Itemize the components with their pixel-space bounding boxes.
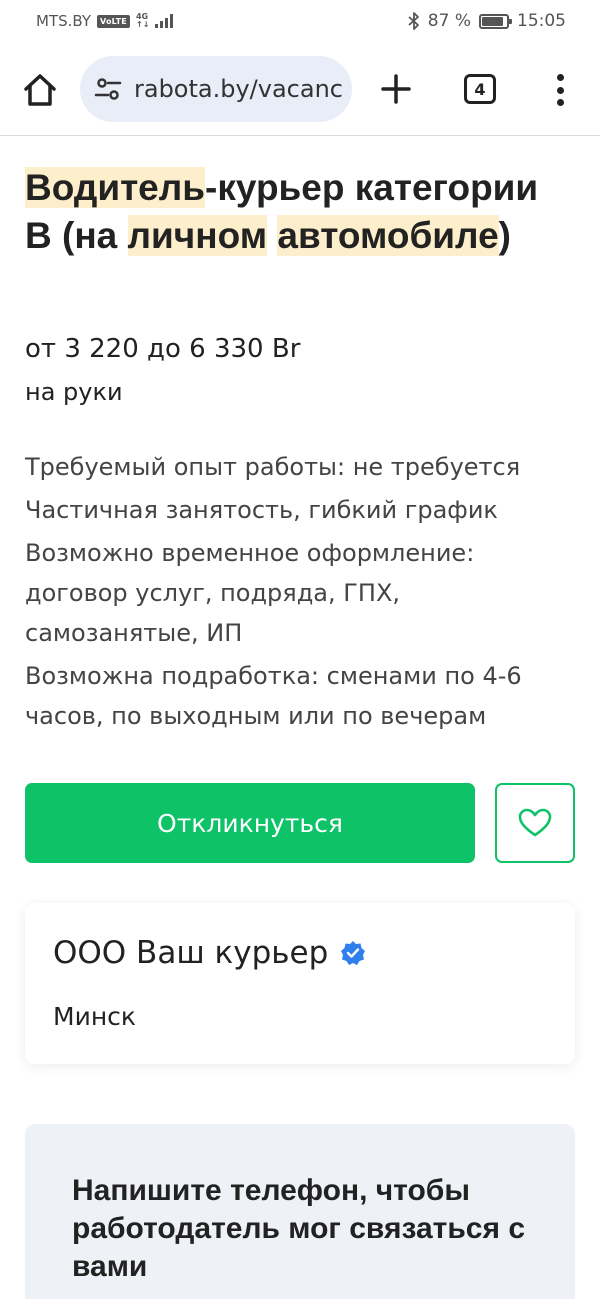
network-arrows: ↑↓ — [135, 20, 150, 29]
company-name[interactable]: ООО Ваш курьер — [53, 935, 328, 971]
new-tab-button[interactable] — [378, 71, 414, 107]
site-settings-icon[interactable] — [94, 75, 122, 103]
company-name-row[interactable]: ООО Ваш курьер — [53, 935, 366, 971]
tab-switcher-button[interactable]: 4 — [464, 74, 496, 104]
experience-info: Требуемый опыт работы: не требуется — [25, 453, 521, 481]
status-right: 87 % 15:05 — [408, 11, 566, 31]
battery-percent: 87 % — [427, 11, 471, 31]
plus-icon — [381, 74, 411, 104]
more-menu-button[interactable] — [548, 72, 572, 108]
title-text: ) — [498, 215, 511, 256]
phone-prompt-card: Напишите телефон, чтобы работодатель мог… — [25, 1124, 575, 1299]
favorite-button[interactable] — [495, 783, 575, 863]
phone-prompt-title: Напишите телефон, чтобы работодатель мог… — [72, 1174, 526, 1283]
employment-info: Частичная занятость, гибкий график — [25, 496, 498, 524]
title-highlight: личном — [127, 215, 268, 256]
volte-badge: VoLTE — [97, 14, 130, 28]
clock: 15:05 — [517, 11, 566, 31]
heart-icon — [518, 808, 552, 837]
url-text[interactable]: rabota.by/vacanc — [134, 75, 343, 103]
menu-dot-icon — [556, 74, 564, 81]
bluetooth-icon — [408, 12, 419, 30]
home-icon — [24, 74, 56, 106]
menu-dot-icon — [556, 99, 564, 106]
contract-info: Возможно временное оформление: договор у… — [25, 539, 475, 647]
battery-level — [482, 16, 503, 26]
vacancy-title: Водитель-курьер категории B (на личном а… — [25, 164, 565, 260]
network-indicator: 4G ↑↓ — [136, 13, 149, 29]
title-highlight: автомобиле — [277, 215, 499, 256]
parttime-info: Возможна подработка: сменами по 4-6 часо… — [25, 662, 522, 730]
company-card[interactable]: ООО Ваш курьер Минск — [25, 903, 575, 1064]
battery-icon — [479, 13, 512, 29]
company-city: Минск — [53, 1002, 137, 1031]
vacancy-details: Требуемый опыт работы: не требуется Част… — [25, 447, 575, 739]
respond-button[interactable]: Откликнуться — [25, 783, 475, 863]
verified-badge-icon — [341, 941, 366, 965]
browser-toolbar: rabota.by/vacanc 4 — [0, 42, 600, 136]
menu-dot-icon — [556, 86, 564, 94]
carrier-label: MTS.BY — [36, 12, 92, 30]
status-bar: MTS.BY VoLTE 4G ↑↓ 87 % 15:05 — [0, 0, 600, 42]
title-text — [267, 215, 277, 256]
signal-icon — [155, 14, 174, 28]
tab-count: 4 — [474, 79, 486, 99]
salary-note: на руки — [25, 378, 123, 406]
url-bar[interactable]: rabota.by/vacanc — [80, 56, 352, 122]
title-highlight: Водитель — [25, 167, 206, 208]
salary: от 3 220 до 6 330 Br — [25, 334, 301, 364]
status-left: MTS.BY VoLTE 4G ↑↓ — [36, 12, 174, 30]
home-button[interactable] — [20, 70, 60, 110]
